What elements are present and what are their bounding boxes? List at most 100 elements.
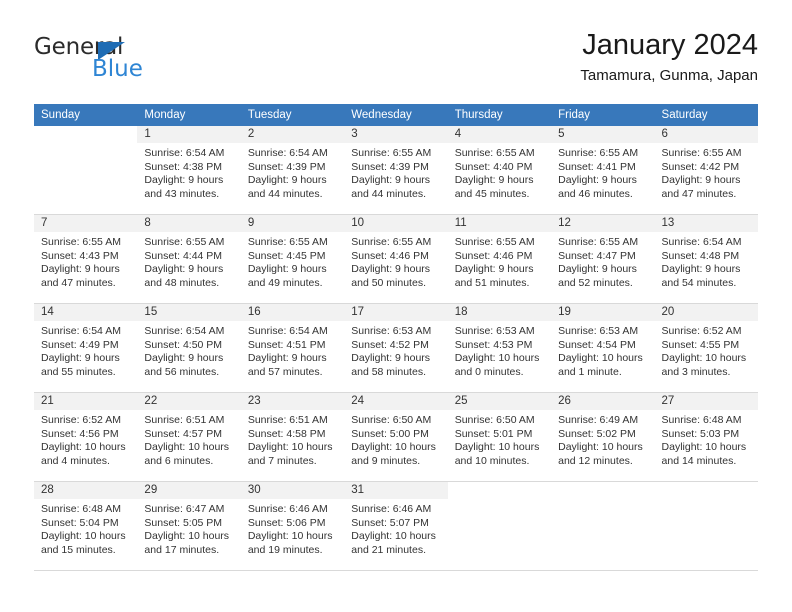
sunset-text: Sunset: 4:53 PM [454, 338, 533, 351]
calendar-cell[interactable]: 25 Sunrise: 6:50 AM Sunset: 5:01 PM Dayligh… [447, 393, 552, 482]
sunrise-text: Sunrise: 6:50 AM [454, 414, 535, 426]
calendar-cell[interactable]: 17 Sunrise: 6:53 AM Sunset: 4:52 PM Dayligh… [344, 304, 448, 393]
calendar-cell[interactable]: 5 Sunrise: 6:55 AM Sunset: 4:41 PM Daylight… [551, 126, 655, 215]
daylight-text: Daylight: 9 hours and 47 minutes. [41, 263, 120, 289]
calendar-cell[interactable]: 9 Sunrise: 6:55 AM Sunset: 4:45 PM Daylight… [240, 215, 345, 304]
daylight-text: Daylight: 9 hours and 54 minutes. [661, 263, 741, 289]
sunset-text: Sunset: 4:48 PM [661, 249, 740, 262]
sunset-text: Sunset: 5:04 PM [41, 516, 119, 529]
weekday-header-sunday: Sunday [34, 104, 138, 126]
calendar-day-cell: 16 Sunrise: 6:54 AM Sunset: 4:51 PM Dayligh… [240, 304, 345, 393]
sunrise-text: Sunrise: 6:55 AM [454, 236, 535, 248]
day-number: 31 [344, 482, 448, 499]
sunrise-text: Sunrise: 6:55 AM [144, 236, 225, 248]
calendar-cell[interactable]: 18 Sunrise: 6:53 AM Sunset: 4:53 PM Dayligh… [447, 304, 552, 393]
day-number [551, 482, 655, 499]
daylight-text: Daylight: 9 hours and 50 minutes. [351, 263, 431, 289]
sunrise-text: Sunrise: 6:47 AM [144, 503, 225, 515]
sunrise-text: Sunrise: 6:49 AM [558, 414, 639, 426]
calendar-day-cell: 5 Sunrise: 6:55 AM Sunset: 4:41 PM Daylight… [551, 126, 655, 215]
day-details: Sunrise: 6:49 AM Sunset: 5:02 PM Daylight:… [551, 410, 654, 468]
daylight-text: Daylight: 10 hours and 6 minutes. [144, 441, 230, 467]
sunset-text: Sunset: 4:46 PM [454, 249, 533, 262]
sunset-text: Sunset: 5:06 PM [247, 516, 326, 529]
calendar-cell[interactable]: 7 Sunrise: 6:55 AM Sunset: 4:43 PM Daylight… [34, 215, 138, 304]
calendar-cell[interactable]: 4 Sunrise: 6:55 AM Sunset: 4:40 PM Daylight… [447, 126, 552, 215]
day-number: 15 [137, 304, 241, 321]
sunrise-text: Sunrise: 6:46 AM [247, 503, 328, 515]
calendar-cell[interactable]: 19 Sunrise: 6:53 AM Sunset: 4:54 PM Dayligh… [551, 304, 655, 393]
day-number: 16 [240, 304, 345, 321]
calendar-cell[interactable]: 11 Sunrise: 6:55 AM Sunset: 4:46 PM Dayligh… [447, 215, 552, 304]
daylight-text: Daylight: 9 hours and 47 minutes. [661, 174, 741, 200]
calendar-day-cell: 3 Sunrise: 6:55 AM Sunset: 4:39 PM Daylight… [344, 126, 448, 215]
sunset-text: Sunset: 5:00 PM [351, 427, 429, 440]
daylight-text: Daylight: 10 hours and 15 minutes. [41, 530, 126, 556]
daylight-text: Daylight: 9 hours and 49 minutes. [247, 263, 327, 289]
calendar-cell[interactable]: 22 Sunrise: 6:51 AM Sunset: 4:57 PM Dayligh… [137, 393, 241, 482]
calendar-cell[interactable]: 12 Sunrise: 6:55 AM Sunset: 4:47 PM Dayligh… [551, 215, 655, 304]
calendar-cell[interactable]: 13 Sunrise: 6:54 AM Sunset: 4:48 PM Dayligh… [654, 215, 758, 304]
daylight-text: Daylight: 10 hours and 10 minutes. [454, 441, 540, 467]
day-details: Sunrise: 6:55 AM Sunset: 4:41 PM Daylight:… [551, 143, 654, 201]
calendar-cell[interactable]: 16 Sunrise: 6:54 AM Sunset: 4:51 PM Dayligh… [240, 304, 345, 393]
calendar-cell[interactable]: 26 Sunrise: 6:49 AM Sunset: 5:02 PM Dayligh… [551, 393, 655, 482]
calendar-week-row: 28 Sunrise: 6:48 AM Sunset: 5:04 PM Dayligh… [34, 482, 758, 571]
weekday-header-thursday: Thursday [447, 104, 552, 126]
day-details: Sunrise: 6:54 AM Sunset: 4:51 PM Daylight:… [241, 321, 344, 379]
calendar-cell[interactable]: 30 Sunrise: 6:46 AM Sunset: 5:06 PM Dayligh… [240, 482, 345, 571]
calendar-cell[interactable]: 23 Sunrise: 6:51 AM Sunset: 4:58 PM Dayligh… [240, 393, 345, 482]
weekday-header-monday: Monday [137, 104, 241, 126]
calendar-cell[interactable]: 2 Sunrise: 6:54 AM Sunset: 4:39 PM Daylight… [240, 126, 345, 215]
calendar-day-cell: 27 Sunrise: 6:48 AM Sunset: 5:03 PM Dayligh… [654, 393, 758, 482]
day-number: 3 [344, 126, 448, 143]
day-number: 2 [240, 126, 345, 143]
sunrise-text: Sunrise: 6:48 AM [661, 414, 742, 426]
calendar-cell[interactable]: 31 Sunrise: 6:46 AM Sunset: 5:07 PM Dayligh… [344, 482, 448, 571]
day-number: 23 [240, 393, 345, 410]
calendar-day-cell: 21 Sunrise: 6:52 AM Sunset: 4:56 PM Dayligh… [34, 393, 138, 482]
calendar-day-cell: 31 Sunrise: 6:46 AM Sunset: 5:07 PM Dayligh… [344, 482, 448, 571]
calendar-cell[interactable]: 27 Sunrise: 6:48 AM Sunset: 5:03 PM Dayligh… [654, 393, 758, 482]
sunrise-text: Sunrise: 6:54 AM [41, 325, 121, 337]
calendar-day-cell: 23 Sunrise: 6:51 AM Sunset: 4:58 PM Dayligh… [240, 393, 345, 482]
calendar-day-cell: 15 Sunrise: 6:54 AM Sunset: 4:50 PM Dayligh… [137, 304, 241, 393]
sunrise-text: Sunrise: 6:52 AM [661, 325, 742, 337]
calendar-day-cell: 6 Sunrise: 6:55 AM Sunset: 4:42 PM Daylight… [654, 126, 758, 215]
general-blue-logo[interactable]: General Blue [34, 34, 184, 90]
day-number: 29 [137, 482, 241, 499]
sunset-text: Sunset: 5:07 PM [351, 516, 429, 529]
calendar-cell[interactable]: 3 Sunrise: 6:55 AM Sunset: 4:39 PM Daylight… [344, 126, 448, 215]
calendar-cell[interactable]: 6 Sunrise: 6:55 AM Sunset: 4:42 PM Daylight… [654, 126, 758, 215]
calendar-cell[interactable]: 1 Sunrise: 6:54 AM Sunset: 4:38 PM Daylight… [137, 126, 241, 215]
page-header: General Blue January 2024 Tamamura, Gunm… [34, 28, 758, 96]
calendar-day-cell: 18 Sunrise: 6:53 AM Sunset: 4:53 PM Dayligh… [447, 304, 552, 393]
sunrise-text: Sunrise: 6:55 AM [351, 236, 432, 248]
calendar-cell[interactable]: 24 Sunrise: 6:50 AM Sunset: 5:00 PM Dayligh… [344, 393, 448, 482]
calendar-cell[interactable]: 28 Sunrise: 6:48 AM Sunset: 5:04 PM Dayligh… [34, 482, 138, 571]
sunrise-text: Sunrise: 6:55 AM [558, 147, 639, 159]
calendar-cell[interactable]: 21 Sunrise: 6:52 AM Sunset: 4:56 PM Dayligh… [34, 393, 138, 482]
sunset-text: Sunset: 5:03 PM [661, 427, 740, 440]
day-number: 14 [34, 304, 138, 321]
calendar-day-cell: 10 Sunrise: 6:55 AM Sunset: 4:46 PM Dayligh… [344, 215, 448, 304]
calendar-page: General Blue January 2024 Tamamura, Gunm… [0, 0, 792, 612]
calendar-cell[interactable]: 14 Sunrise: 6:54 AM Sunset: 4:49 PM Dayligh… [34, 304, 138, 393]
calendar-cell [447, 482, 552, 571]
calendar-day-cell: 9 Sunrise: 6:55 AM Sunset: 4:45 PM Daylight… [240, 215, 345, 304]
day-details: Sunrise: 6:53 AM Sunset: 4:54 PM Daylight:… [551, 321, 654, 379]
calendar-cell[interactable]: 10 Sunrise: 6:55 AM Sunset: 4:46 PM Dayligh… [344, 215, 448, 304]
sunset-text: Sunset: 4:55 PM [661, 338, 740, 351]
calendar-cell[interactable]: 15 Sunrise: 6:54 AM Sunset: 4:50 PM Dayligh… [137, 304, 241, 393]
day-details: Sunrise: 6:55 AM Sunset: 4:40 PM Daylight:… [448, 143, 551, 201]
calendar-day-cell: 29 Sunrise: 6:47 AM Sunset: 5:05 PM Dayligh… [137, 482, 241, 571]
calendar-cell-empty [447, 482, 552, 571]
daylight-text: Daylight: 10 hours and 17 minutes. [144, 530, 230, 556]
sunset-text: Sunset: 4:47 PM [558, 249, 636, 262]
day-details: Sunrise: 6:52 AM Sunset: 4:55 PM Daylight:… [655, 321, 758, 379]
day-details: Sunrise: 6:48 AM Sunset: 5:03 PM Daylight:… [655, 410, 758, 468]
calendar-cell[interactable]: 20 Sunrise: 6:52 AM Sunset: 4:55 PM Dayligh… [654, 304, 758, 393]
calendar-cell[interactable]: 29 Sunrise: 6:47 AM Sunset: 5:05 PM Dayligh… [137, 482, 241, 571]
sunrise-text: Sunrise: 6:55 AM [661, 147, 742, 159]
calendar-cell[interactable]: 8 Sunrise: 6:55 AM Sunset: 4:44 PM Daylight… [137, 215, 241, 304]
